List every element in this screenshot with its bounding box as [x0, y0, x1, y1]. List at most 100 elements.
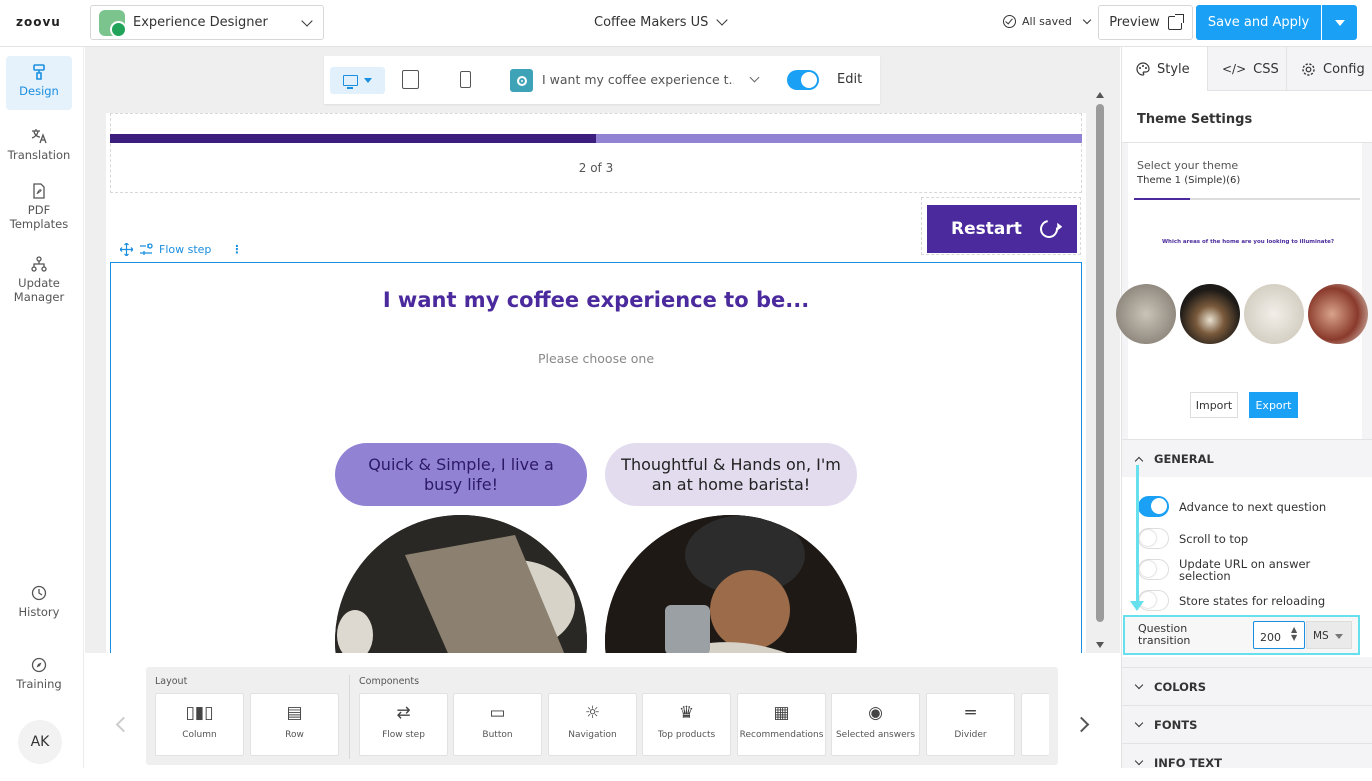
theme-settings-title: Theme Settings [1122, 91, 1372, 143]
save-options-dropdown[interactable] [1322, 5, 1357, 40]
phone-icon[interactable] [460, 71, 471, 88]
components-section-label: Components [359, 676, 420, 687]
nav-translation[interactable]: Translation [6, 128, 72, 162]
component-divider[interactable]: ═ Divider [926, 693, 1015, 756]
component-column[interactable]: ▯▮▯ Column [155, 693, 244, 756]
save-and-apply-button[interactable]: Save and Apply [1196, 5, 1321, 40]
component-navigation[interactable]: ☼ Navigation [548, 693, 637, 756]
nav-translation-label: Translation [7, 148, 71, 162]
scroll-left-icon[interactable] [115, 716, 132, 733]
row-icon: ▤ [286, 703, 303, 723]
code-icon: </> [1222, 62, 1247, 76]
question-transition-row: Question transition 200 ▲ ▼ MS [1123, 615, 1360, 655]
colors-section-header[interactable]: COLORS [1122, 667, 1372, 705]
caret-down-icon [1335, 634, 1343, 639]
user-avatar[interactable]: AK [18, 720, 62, 764]
component-button[interactable]: ▭ Button [453, 693, 542, 756]
flow-step-container[interactable] [110, 262, 1082, 653]
tablet-icon[interactable] [402, 70, 419, 89]
scroll-down-icon[interactable] [1096, 642, 1104, 648]
component-top-products[interactable]: ♛ Top products [642, 693, 731, 756]
chevron-down-icon [1082, 15, 1092, 25]
tab-style[interactable]: Style [1122, 47, 1208, 91]
component-library-panel: Layout Components ▯▮▯ Column ▤ Row ⇄ Flow ste… [146, 667, 1058, 765]
export-button[interactable]: Export [1249, 392, 1298, 418]
fonts-section-label: FONTS [1154, 717, 1198, 732]
component-library: Layout Components ▯▮▯ Column ▤ Row ⇄ Flow ste… [85, 653, 1120, 768]
question-transition-input[interactable]: 200 [1253, 621, 1305, 649]
chevron-down-icon [1134, 718, 1144, 727]
button-icon: ▭ [489, 703, 506, 723]
question-transition-unit[interactable]: MS [1306, 621, 1352, 649]
component-partial[interactable] [1021, 693, 1049, 756]
question-subtitle: Please choose one [537, 351, 655, 366]
scroll-thumb[interactable] [1096, 104, 1104, 622]
scroll-to-top-label: Scroll to top [1179, 532, 1249, 546]
chevron-down-icon [1134, 756, 1144, 765]
canvas-scrollbar[interactable] [1095, 92, 1105, 648]
edit-toggle[interactable] [787, 70, 819, 90]
unit-label: MS [1313, 630, 1329, 642]
scroll-up-icon[interactable] [1096, 92, 1104, 98]
preview-label: Preview [1109, 15, 1160, 30]
chevron-down-icon [301, 14, 313, 27]
restart-button[interactable]: Restart [927, 205, 1077, 253]
component-recommendations[interactable]: ▦ Recommendations [737, 693, 826, 756]
tab-style-label: Style [1157, 61, 1190, 77]
question-title: I want my coffee experience to be... [382, 288, 810, 312]
update-url-toggle[interactable] [1138, 559, 1169, 580]
fonts-section-header[interactable]: FONTS [1122, 705, 1372, 743]
nav-pdf-templates[interactable]: PDF Templates [6, 183, 72, 231]
project-select[interactable]: Coffee Makers US [594, 14, 729, 30]
nav-update-manager[interactable]: Update Manager [6, 256, 72, 304]
tree-icon [31, 256, 47, 272]
import-button[interactable]: Import [1190, 392, 1238, 418]
more-options-icon[interactable]: ⋮ [231, 243, 242, 256]
answer-quick-simple[interactable]: Quick & Simple, I live a busy life! [335, 443, 587, 506]
scroll-right-icon[interactable] [1073, 716, 1090, 733]
component-selected-answers[interactable]: ◉ Selected answers [831, 693, 920, 756]
info-text-section-header[interactable]: INFO TEXT [1122, 743, 1372, 781]
history-icon [31, 585, 47, 601]
theme-preview-question: Which areas of the home are you looking … [1161, 239, 1335, 245]
palette-icon [1136, 62, 1150, 76]
app-select[interactable]: Experience Designer [90, 5, 324, 40]
nav-training[interactable]: Training [6, 657, 72, 691]
select-theme-label: Select your theme [1137, 159, 1239, 172]
theme-preview-image [1308, 284, 1368, 344]
zoovu-logo[interactable]: zoovu [16, 15, 61, 29]
chevron-down-icon [716, 14, 729, 26]
tab-css[interactable]: </> CSS [1208, 47, 1287, 91]
experience-designer-icon [99, 9, 127, 38]
move-icon[interactable] [120, 243, 133, 256]
question-select[interactable]: I want my coffee experience t... [542, 72, 734, 87]
annotation-arrow [1136, 465, 1139, 605]
nav-design[interactable]: Design [6, 56, 72, 110]
component-label: Recommendations [739, 730, 824, 740]
project-name: Coffee Makers US [594, 15, 709, 30]
preview-button[interactable]: Preview [1098, 5, 1193, 40]
component-label: Selected answers [835, 730, 916, 740]
theme-selector[interactable]: Select your theme Theme 1 (Simple)(6) Wh… [1116, 143, 1368, 439]
caret-down-icon [1334, 19, 1345, 26]
theme-value: Theme 1 (Simple)(6) [1137, 175, 1241, 186]
scroll-to-top-toggle[interactable] [1138, 528, 1169, 549]
chevron-up-icon [1134, 456, 1144, 465]
chevron-down-icon[interactable] [749, 72, 760, 83]
recommendations-icon: ▦ [773, 703, 790, 723]
save-status[interactable]: All saved [1003, 15, 1092, 28]
stepper-icon[interactable]: ▲ ▼ [1291, 626, 1297, 642]
nav-history[interactable]: History [6, 585, 72, 619]
progress-step-text: 2 of 3 [578, 161, 614, 175]
tab-config[interactable]: Config [1287, 47, 1372, 91]
progress-container [110, 113, 1082, 193]
theme-preview-image [1116, 284, 1176, 344]
component-label: Row [285, 730, 304, 740]
answer-thoughtful-hands-on[interactable]: Thoughtful & Hands on, I'm an at home ba… [605, 443, 857, 506]
desktop-view-button[interactable] [330, 67, 385, 94]
component-row[interactable]: ▤ Row [250, 693, 339, 756]
advance-toggle[interactable] [1138, 496, 1169, 517]
general-section-header[interactable]: GENERAL [1122, 439, 1372, 477]
annotation-arrow-head [1130, 601, 1144, 611]
component-flow-step[interactable]: ⇄ Flow step [359, 693, 448, 756]
